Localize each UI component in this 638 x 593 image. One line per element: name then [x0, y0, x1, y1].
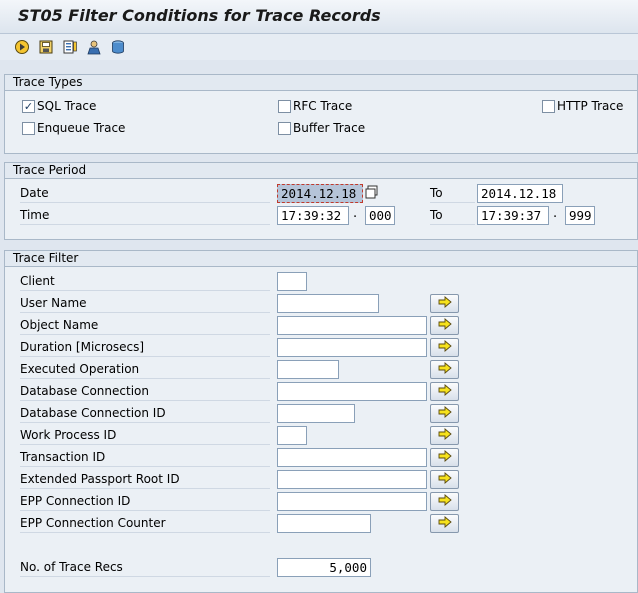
title-bar: ST05 Filter Conditions for Trace Records: [0, 0, 638, 34]
work-process-id-label: Work Process ID: [20, 425, 270, 445]
user-icon[interactable]: [85, 38, 103, 56]
epp-connection-id-field[interactable]: [277, 492, 427, 511]
passport-root-id-multiselect-button[interactable]: [430, 470, 459, 489]
arrow-right-icon: [438, 516, 452, 531]
time-to-ms-field[interactable]: 999: [565, 206, 595, 225]
executed-operation-multiselect-button[interactable]: [430, 360, 459, 379]
time-to-field[interactable]: 17:39:37: [477, 206, 549, 225]
variant-icon[interactable]: [61, 38, 79, 56]
trace-period-header: Trace Period: [5, 163, 637, 179]
arrow-right-icon: [438, 362, 452, 377]
epp-connection-counter-field[interactable]: [277, 514, 371, 533]
enqueue-trace-label: Enqueue Trace: [37, 121, 126, 135]
duration-multiselect-button[interactable]: [430, 338, 459, 357]
sql-trace-label: SQL Trace: [37, 99, 97, 113]
arrow-right-icon: [438, 428, 452, 443]
database-connection-label: Database Connection: [20, 381, 270, 401]
rfc-trace-label: RFC Trace: [293, 99, 353, 113]
executed-operation-field[interactable]: [277, 360, 339, 379]
num-trace-recs-field[interactable]: 5,000: [277, 558, 371, 577]
passport-root-id-label: Extended Passport Root ID: [20, 469, 270, 489]
time-from-separator: .: [353, 206, 358, 221]
calendar-icon[interactable]: [365, 185, 379, 202]
arrow-right-icon: [438, 406, 452, 421]
transaction-id-label: Transaction ID: [20, 447, 270, 467]
epp-connection-counter-multiselect-button[interactable]: [430, 514, 459, 533]
transaction-id-field[interactable]: [277, 448, 427, 467]
duration-field[interactable]: [277, 338, 427, 357]
sql-trace-checkbox[interactable]: ✓: [22, 100, 35, 113]
database-icon[interactable]: [109, 38, 127, 56]
client-label: Client: [20, 271, 270, 291]
arrow-right-icon: [438, 494, 452, 509]
time-from-ms-field[interactable]: 000: [365, 206, 395, 225]
date-to-field[interactable]: 2014.12.18: [477, 184, 563, 203]
work-process-id-field[interactable]: [277, 426, 307, 445]
date-from-field[interactable]: 2014.12.18: [277, 184, 363, 203]
trace-types-group: Trace Types: [4, 74, 638, 154]
database-connection-multiselect-button[interactable]: [430, 382, 459, 401]
arrow-right-icon: [438, 450, 452, 465]
http-trace-label: HTTP Trace: [557, 99, 624, 113]
executed-operation-label: Executed Operation: [20, 359, 270, 379]
time-label: Time: [20, 205, 270, 225]
arrow-right-icon: [438, 340, 452, 355]
object-name-multiselect-button[interactable]: [430, 316, 459, 335]
database-connection-field[interactable]: [277, 382, 427, 401]
time-to-separator: .: [553, 206, 558, 221]
rfc-trace-checkbox[interactable]: [278, 100, 291, 113]
user-name-label: User Name: [20, 293, 270, 313]
database-connection-id-label: Database Connection ID: [20, 403, 270, 423]
database-connection-id-multiselect-button[interactable]: [430, 404, 459, 423]
buffer-trace-label: Buffer Trace: [293, 121, 366, 135]
time-from-field[interactable]: 17:39:32: [277, 206, 349, 225]
object-name-label: Object Name: [20, 315, 270, 335]
date-to-label: To: [430, 183, 475, 203]
user-name-field[interactable]: [277, 294, 379, 313]
epp-connection-id-multiselect-button[interactable]: [430, 492, 459, 511]
arrow-right-icon: [438, 318, 452, 333]
trace-types-header: Trace Types: [5, 75, 637, 91]
user-name-multiselect-button[interactable]: [430, 294, 459, 313]
application-toolbar: [0, 34, 638, 60]
save-icon[interactable]: [37, 38, 55, 56]
client-field[interactable]: [277, 272, 307, 291]
enqueue-trace-checkbox[interactable]: [22, 122, 35, 135]
epp-connection-counter-label: EPP Connection Counter: [20, 513, 270, 533]
num-trace-recs-label: No. of Trace Recs: [20, 557, 270, 577]
epp-connection-id-label: EPP Connection ID: [20, 491, 270, 511]
date-label: Date: [20, 183, 270, 203]
arrow-right-icon: [438, 384, 452, 399]
work-process-id-multiselect-button[interactable]: [430, 426, 459, 445]
database-connection-id-field[interactable]: [277, 404, 355, 423]
trace-filter-header: Trace Filter: [5, 251, 637, 267]
duration-label: Duration [Microsecs]: [20, 337, 270, 357]
page-title: ST05 Filter Conditions for Trace Records: [18, 6, 381, 25]
arrow-right-icon: [438, 472, 452, 487]
object-name-field[interactable]: [277, 316, 427, 335]
transaction-id-multiselect-button[interactable]: [430, 448, 459, 467]
arrow-right-icon: [438, 296, 452, 311]
time-to-label: To: [430, 205, 475, 225]
passport-root-id-field[interactable]: [277, 470, 427, 489]
execute-icon[interactable]: [13, 38, 31, 56]
http-trace-checkbox[interactable]: [542, 100, 555, 113]
buffer-trace-checkbox[interactable]: [278, 122, 291, 135]
